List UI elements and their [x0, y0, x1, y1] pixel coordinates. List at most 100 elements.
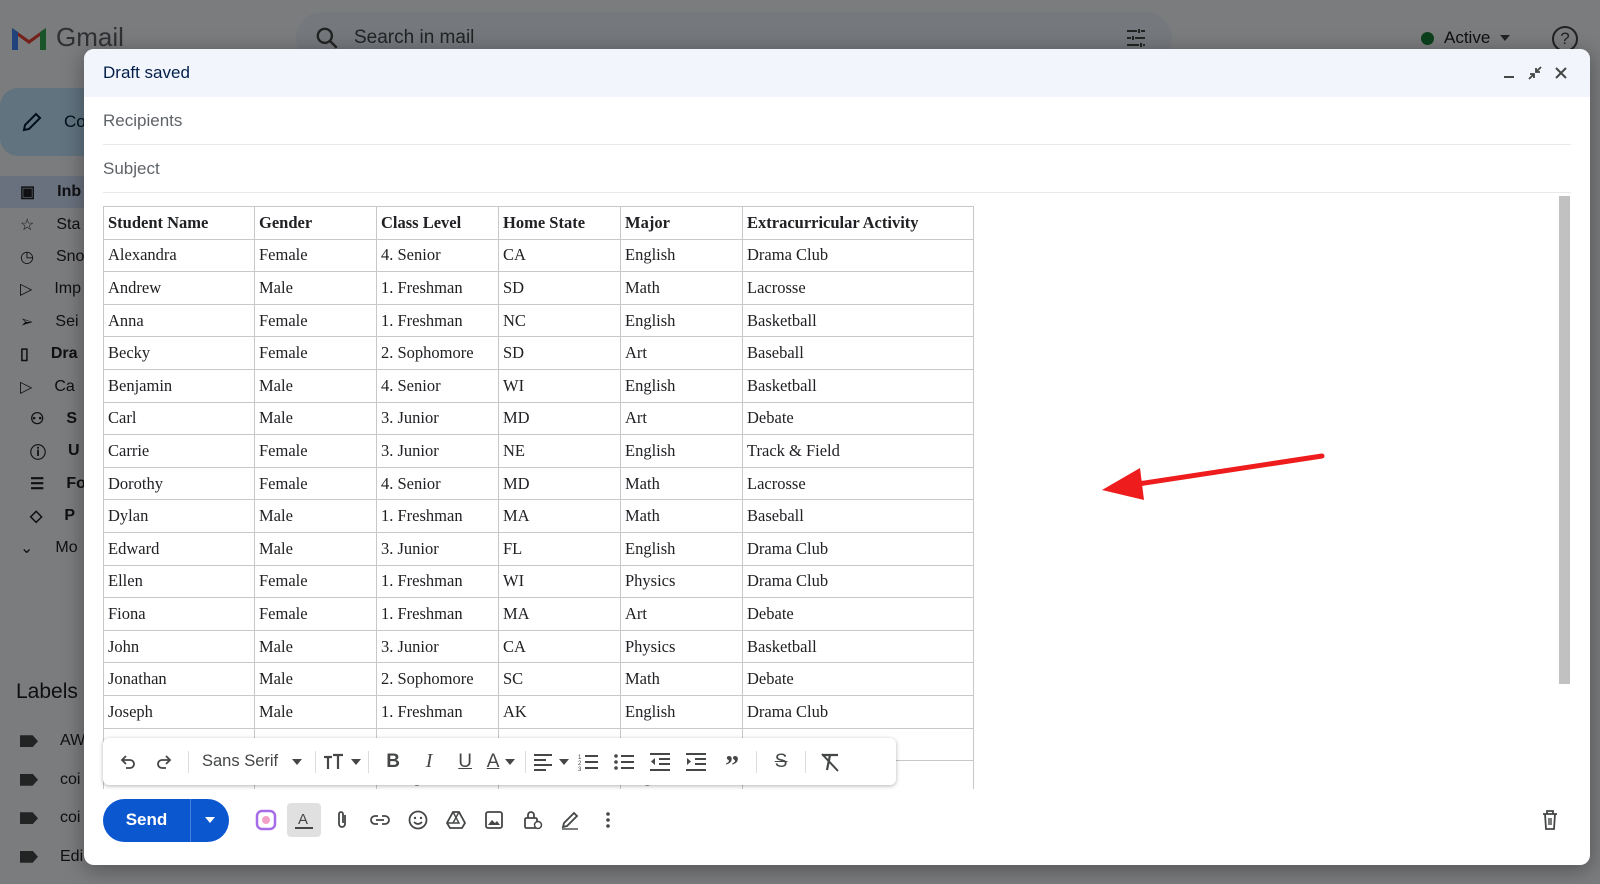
table-cell[interactable]: English [620, 368, 743, 403]
table-cell[interactable]: Ellen [103, 564, 255, 599]
table-cell[interactable]: MD [498, 401, 621, 436]
table-cell[interactable]: Anna [103, 303, 255, 338]
table-cell[interactable]: 1. Freshman [376, 597, 499, 631]
italic-icon[interactable]: I [412, 745, 446, 779]
table-cell[interactable]: 4. Senior [376, 466, 499, 501]
table-cell[interactable]: Jonathan [103, 662, 255, 696]
table-cell[interactable]: FL [498, 531, 621, 566]
table-cell[interactable]: Debate [742, 662, 974, 696]
table-cell[interactable]: Baseball [742, 499, 974, 533]
table-cell[interactable]: Male [254, 662, 377, 696]
table-cell[interactable]: Female [254, 597, 377, 631]
table-cell[interactable]: English [620, 434, 743, 468]
table-cell[interactable]: 2. Sophomore [376, 662, 499, 696]
table-cell[interactable]: Basketball [742, 303, 974, 338]
bulleted-list-icon[interactable] [607, 745, 641, 779]
table-cell[interactable]: Baseball [742, 336, 974, 370]
text-color-icon[interactable]: A [484, 745, 518, 779]
google-drive-icon[interactable] [439, 803, 473, 837]
table-cell[interactable]: John [103, 629, 255, 664]
table-cell[interactable]: Male [254, 531, 377, 566]
table-cell[interactable]: Female [254, 466, 377, 501]
formatting-options-icon[interactable]: A [287, 803, 321, 837]
table-cell[interactable]: Female [254, 434, 377, 468]
emoji-icon[interactable] [401, 803, 435, 837]
discard-draft-icon[interactable] [1533, 803, 1567, 837]
table-cell[interactable]: Track & Field [742, 434, 974, 468]
more-options-icon[interactable] [591, 803, 625, 837]
quote-icon[interactable]: ” [715, 745, 749, 782]
table-cell[interactable]: MA [498, 499, 621, 533]
numbered-list-icon[interactable]: 123 [571, 745, 605, 779]
table-cell[interactable]: 4. Senior [376, 238, 499, 273]
table-cell[interactable]: NE [498, 434, 621, 468]
table-cell[interactable]: CA [498, 629, 621, 664]
table-cell[interactable]: Basketball [742, 629, 974, 664]
table-cell[interactable]: 3. Junior [376, 401, 499, 436]
table-cell[interactable]: 1. Freshman [376, 303, 499, 338]
table-cell[interactable]: English [620, 303, 743, 338]
table-cell[interactable]: SD [498, 336, 621, 370]
table-cell[interactable]: Female [254, 238, 377, 273]
minimize-icon[interactable] [1496, 60, 1522, 86]
table-cell[interactable]: 1. Freshman [376, 499, 499, 533]
table-cell[interactable]: Physics [620, 629, 743, 664]
table-cell[interactable]: Carrie [103, 434, 255, 468]
signature-icon[interactable] [553, 803, 587, 837]
table-cell[interactable]: 2. Sophomore [376, 336, 499, 370]
table-cell[interactable]: English [620, 694, 743, 729]
table-cell[interactable]: Debate [742, 597, 974, 631]
table-cell[interactable]: Art [620, 401, 743, 436]
table-cell[interactable]: Male [254, 271, 377, 305]
table-cell[interactable]: Andrew [103, 271, 255, 305]
attach-file-icon[interactable] [325, 803, 359, 837]
table-cell[interactable]: Dylan [103, 499, 255, 533]
table-cell[interactable]: Drama Club [742, 694, 974, 729]
close-icon[interactable] [1548, 60, 1574, 86]
table-cell[interactable]: Lacrosse [742, 466, 974, 501]
table-cell[interactable]: 3. Junior [376, 434, 499, 468]
table-cell[interactable]: Debate [742, 401, 974, 436]
underline-icon[interactable]: U [448, 745, 482, 779]
table-cell[interactable]: MD [498, 466, 621, 501]
font-family-select[interactable]: Sans Serif [196, 745, 308, 779]
table-cell[interactable]: Physics [620, 564, 743, 599]
table-cell[interactable]: Benjamin [103, 368, 255, 403]
redo-icon[interactable] [147, 745, 181, 779]
table-cell[interactable]: NC [498, 303, 621, 338]
table-cell[interactable]: Female [254, 303, 377, 338]
indent-less-icon[interactable] [643, 745, 677, 779]
undo-icon[interactable] [111, 745, 145, 779]
message-body[interactable]: Student Name Gender Class Level Home Sta… [84, 194, 1590, 789]
table-cell[interactable]: Becky [103, 336, 255, 370]
table-cell[interactable]: Male [254, 694, 377, 729]
table-cell[interactable]: Basketball [742, 368, 974, 403]
table-cell[interactable]: Lacrosse [742, 271, 974, 305]
table-cell[interactable]: English [620, 531, 743, 566]
table-cell[interactable]: Fiona [103, 597, 255, 631]
schedule-send-dropdown[interactable] [190, 798, 229, 842]
table-cell[interactable]: 3. Junior [376, 629, 499, 664]
table-cell[interactable]: SD [498, 271, 621, 305]
subject-field[interactable] [103, 158, 1571, 179]
font-size-icon[interactable] [323, 745, 362, 779]
table-cell[interactable]: Math [620, 271, 743, 305]
table-cell[interactable]: English [620, 238, 743, 273]
recipients-field[interactable] [103, 110, 1571, 131]
table-cell[interactable]: Male [254, 401, 377, 436]
help-me-write-icon[interactable] [249, 803, 283, 837]
table-cell[interactable]: Drama Club [742, 238, 974, 273]
indent-more-icon[interactable] [679, 745, 713, 779]
table-cell[interactable]: MA [498, 597, 621, 631]
confidential-mode-icon[interactable] [515, 803, 549, 837]
table-cell[interactable]: 4. Senior [376, 368, 499, 403]
table-cell[interactable]: 3. Junior [376, 531, 499, 566]
send-button[interactable]: Send [103, 798, 190, 842]
align-icon[interactable] [533, 745, 570, 779]
table-cell[interactable]: Male [254, 629, 377, 664]
remove-formatting-icon[interactable] [813, 745, 847, 779]
table-cell[interactable]: Edward [103, 531, 255, 566]
table-cell[interactable]: Carl [103, 401, 255, 436]
table-cell[interactable]: Math [620, 662, 743, 696]
table-cell[interactable]: Math [620, 466, 743, 501]
